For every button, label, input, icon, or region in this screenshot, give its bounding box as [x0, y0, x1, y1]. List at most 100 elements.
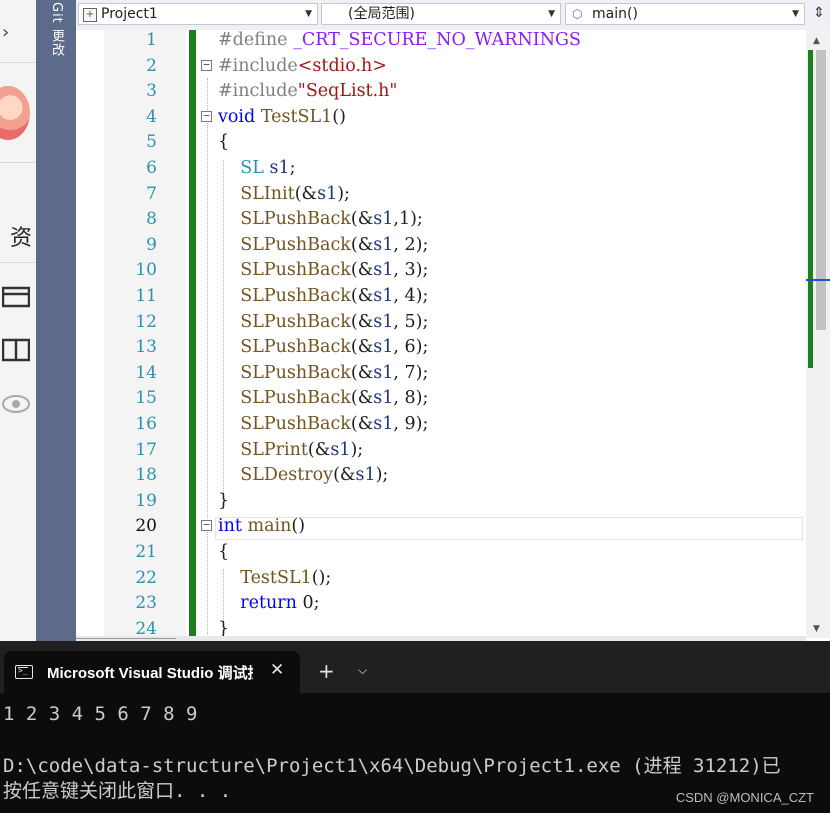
side-label[interactable]: 资	[10, 220, 32, 252]
git-changes-tab[interactable]: Git 更改	[36, 0, 76, 641]
line-number: 1	[146, 30, 157, 50]
close-icon[interactable]: ✕	[270, 660, 284, 680]
code-text: SLPushBack(&s1, 2);	[240, 234, 429, 255]
scroll-down-icon[interactable]: ▼	[813, 624, 820, 634]
divider	[0, 62, 36, 63]
code-area[interactable]: 1 #define _CRT_SECURE_NO_WARNINGS 2 − #i…	[76, 30, 806, 636]
code-line[interactable]: 24 }	[76, 617, 806, 636]
line-number: 10	[135, 260, 157, 281]
terminal-icon	[15, 665, 33, 679]
line-number: 4	[146, 106, 157, 127]
code-line-active[interactable]: 20 − int main()	[76, 514, 806, 540]
line-number: 12	[135, 311, 157, 332]
code-line[interactable]: 12 SLPushBack(&s1, 5);	[76, 310, 806, 336]
watermark: CSDN @MONICA_CZT	[675, 790, 814, 805]
code-line[interactable]: 21 {	[76, 540, 806, 566]
code-line[interactable]: 4 − void TestSL1()	[76, 105, 806, 131]
line-number: 3	[146, 81, 157, 102]
new-tab-icon[interactable]: +	[318, 661, 335, 681]
code-line[interactable]: 3 #include"SeqList.h"	[76, 79, 806, 105]
caret-position-marker	[806, 279, 830, 281]
project-dropdown[interactable]: + Project1 ▼	[78, 3, 318, 25]
code-line[interactable]: 7 SLInit(&s1);	[76, 182, 806, 208]
line-number: 6	[146, 158, 157, 178]
vertical-scrollbar[interactable]: ▲ ▼	[806, 30, 830, 638]
code-text: SLPushBack(&s1, 7);	[240, 362, 429, 383]
terminal-tab[interactable]: Microsoft Visual Studio 调试控制台 ✕	[4, 651, 300, 693]
member-dropdown-value: main()	[592, 6, 638, 22]
code-line[interactable]: 11 SLPushBack(&s1, 4);	[76, 284, 806, 310]
split-editor-icon[interactable]: ⇕	[810, 3, 828, 25]
code-text: }	[218, 490, 230, 511]
scroll-up-icon[interactable]: ▲	[813, 36, 820, 46]
chevron-down-icon[interactable]: ⌵	[358, 663, 367, 678]
avatar[interactable]	[0, 86, 30, 140]
code-text: {	[218, 132, 230, 153]
scroll-thumb[interactable]	[816, 50, 826, 330]
code-line[interactable]: 6 SL s1;	[76, 156, 806, 182]
code-line[interactable]: 5 {	[76, 130, 806, 156]
navigation-bar: + Project1 ▼ (全局范围) ▼ ⬡ main() ▼ ⇕	[76, 0, 830, 31]
scope-dropdown-value: (全局范围)	[348, 6, 415, 22]
line-number: 17	[135, 439, 157, 460]
line-number: 7	[146, 183, 157, 204]
method-cube-icon: ⬡	[572, 7, 583, 21]
code-text: #define _CRT_SECURE_NO_WARNINGS	[218, 30, 581, 50]
window-icon[interactable]	[2, 284, 30, 308]
code-text: #include<stdio.h>	[218, 55, 387, 76]
line-number: 23	[135, 593, 157, 614]
code-text: SLPushBack(&s1, 4);	[240, 286, 429, 306]
code-line[interactable]: 14 SLPushBack(&s1, 7);	[76, 361, 806, 387]
chevron-down-icon: ▼	[305, 9, 312, 19]
code-line[interactable]: 22 TestSL1();	[76, 566, 806, 592]
line-number: 16	[135, 414, 157, 434]
line-number: 19	[135, 490, 157, 511]
terminal-tab-title: Microsoft Visual Studio 调试控制台	[47, 665, 253, 682]
chevron-down-icon: ▼	[548, 9, 555, 19]
chevron-right-icon[interactable]: ›	[2, 22, 9, 43]
code-text: SLPushBack(&s1,1);	[240, 209, 423, 230]
code-line[interactable]: 1 #define _CRT_SECURE_NO_WARNINGS	[76, 28, 806, 54]
code-line[interactable]: 23 return 0;	[76, 591, 806, 617]
collapse-icon[interactable]: −	[201, 519, 212, 532]
line-number: 18	[135, 465, 157, 486]
line-number: 15	[135, 388, 157, 409]
eye-icon[interactable]	[2, 392, 30, 416]
chevron-down-icon: ▼	[792, 9, 799, 19]
collapse-icon[interactable]: −	[201, 110, 212, 122]
project-dropdown-value: Project1	[101, 6, 158, 22]
code-line[interactable]: 16 SLPushBack(&s1, 9);	[76, 412, 806, 438]
code-text: void TestSL1()	[218, 106, 346, 127]
code-line[interactable]: 2 − #include<stdio.h>	[76, 54, 806, 80]
code-line[interactable]: 9 SLPushBack(&s1, 2);	[76, 233, 806, 259]
member-dropdown[interactable]: ⬡ main() ▼	[565, 3, 805, 25]
collapse-icon[interactable]: −	[201, 59, 212, 71]
line-number: 8	[146, 209, 157, 230]
code-text: SLInit(&s1);	[240, 183, 350, 204]
code-text: SLPushBack(&s1, 5);	[240, 311, 429, 332]
project-icon: +	[83, 8, 97, 22]
console-output-line: 按任意键关闭此窗口. . .	[3, 780, 232, 802]
code-line[interactable]: 19 }	[76, 489, 806, 515]
split-view-icon[interactable]	[2, 338, 30, 362]
code-text: }	[218, 618, 230, 636]
code-line[interactable]: 17 SLPrint(&s1);	[76, 438, 806, 464]
code-text: SL s1;	[240, 158, 296, 178]
scroll-thumb[interactable]	[76, 638, 176, 639]
code-line[interactable]: 18 SLDestroy(&s1);	[76, 463, 806, 489]
code-text: SLPrint(&s1);	[240, 439, 364, 460]
line-number: 2	[146, 55, 157, 76]
code-line[interactable]: 13 SLPushBack(&s1, 6);	[76, 335, 806, 361]
line-number: 13	[135, 337, 157, 358]
code-line[interactable]: 8 SLPushBack(&s1,1);	[76, 207, 806, 233]
line-number: 20	[135, 516, 157, 537]
code-line[interactable]: 10 SLPushBack(&s1, 3);	[76, 258, 806, 284]
line-number: 21	[135, 542, 157, 562]
code-line[interactable]: 15 SLPushBack(&s1, 8);	[76, 386, 806, 412]
code-editor[interactable]: 1 #define _CRT_SECURE_NO_WARNINGS 2 − #i…	[76, 30, 830, 641]
debug-console-window: Microsoft Visual Studio 调试控制台 ✕ + ⌵ 1 2 …	[0, 641, 830, 813]
line-number: 11	[135, 286, 157, 306]
scope-dropdown[interactable]: (全局范围) ▼	[321, 3, 561, 25]
console-output-line: 1 2 3 4 5 6 7 8 9	[3, 703, 198, 725]
terminal-tab-bar: Microsoft Visual Studio 调试控制台 ✕ + ⌵	[0, 641, 830, 693]
